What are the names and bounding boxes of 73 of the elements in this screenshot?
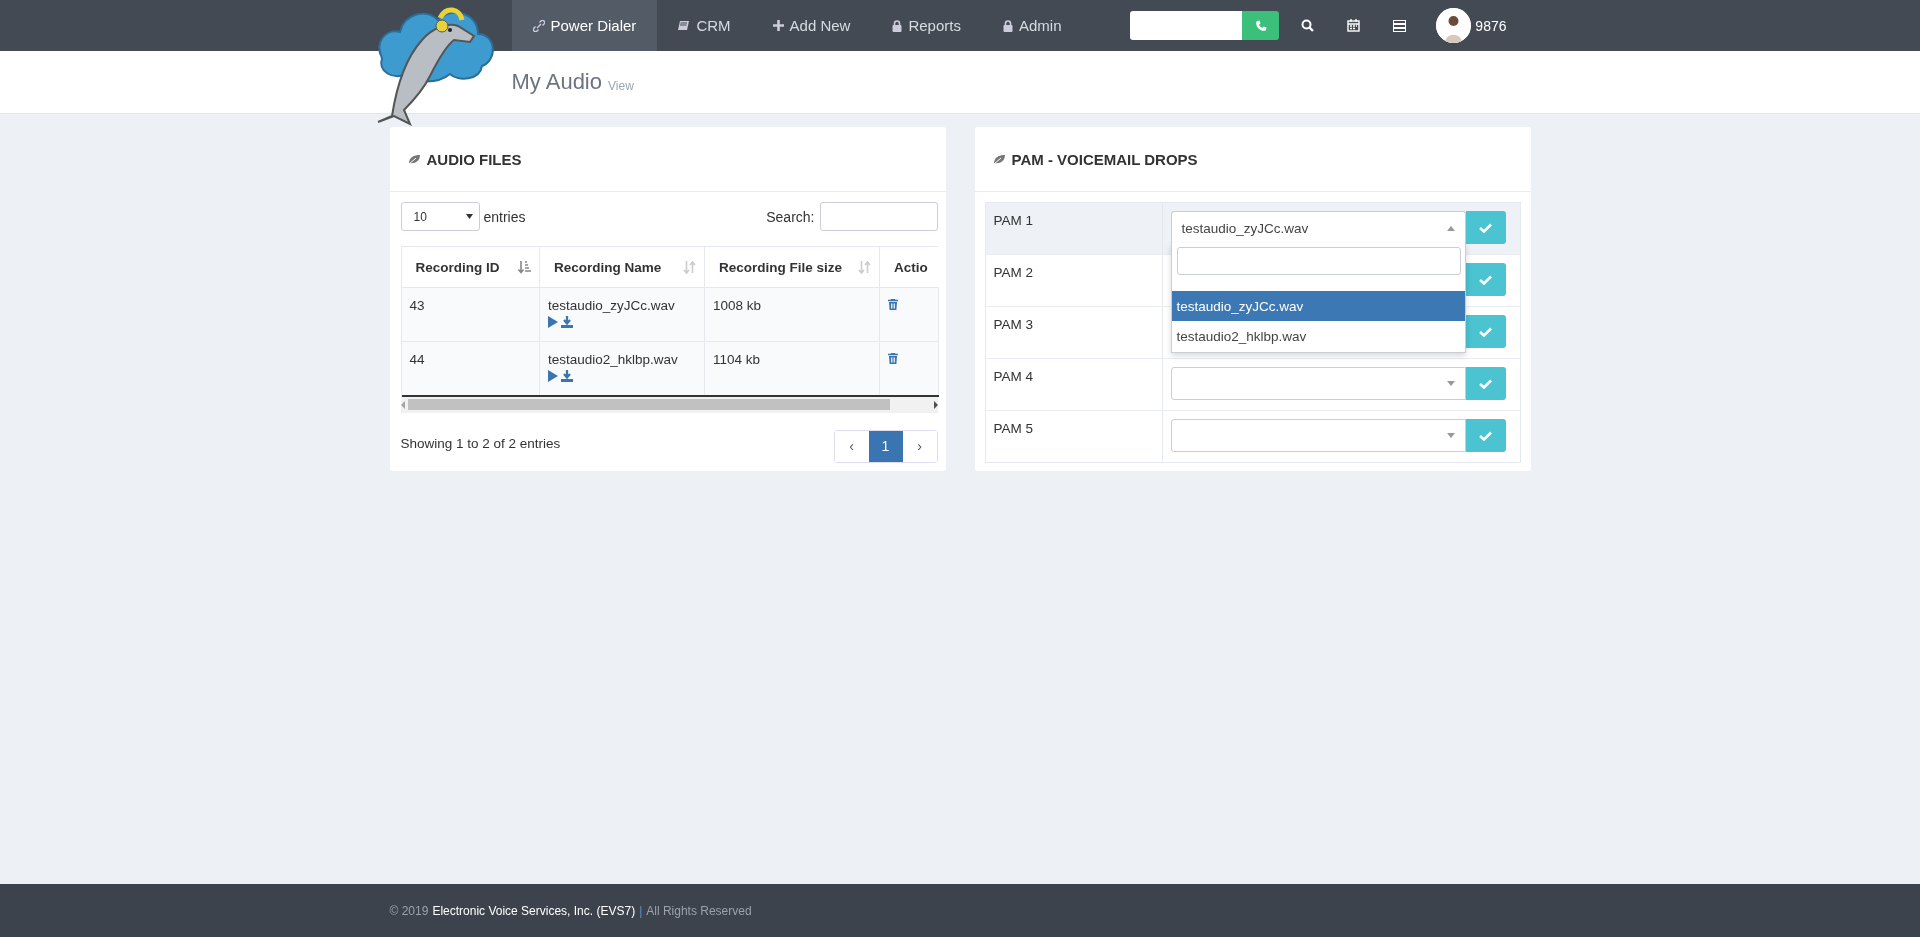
download-icon[interactable] bbox=[561, 370, 573, 382]
dropdown-option[interactable]: testaudio_zyJCc.wav bbox=[1171, 291, 1465, 321]
lock-icon bbox=[892, 19, 903, 32]
play-icon[interactable] bbox=[548, 370, 558, 382]
play-icon[interactable] bbox=[548, 316, 558, 328]
page-length-select[interactable]: 10 bbox=[400, 202, 480, 231]
phone-number-field[interactable] bbox=[1130, 11, 1243, 40]
dropdown-search-field[interactable] bbox=[1176, 247, 1461, 275]
download-icon[interactable] bbox=[561, 316, 573, 328]
trash-icon[interactable] bbox=[888, 299, 898, 310]
caret-icon bbox=[465, 214, 473, 219]
table-cell-text: testaudio2_hklbp.wav bbox=[548, 352, 679, 367]
audio-select[interactable]: testaudio_zyJCc.wav bbox=[1170, 211, 1466, 244]
table-info: Showing 1 to 2 of 2 entries bbox=[400, 435, 561, 451]
search-button[interactable] bbox=[1301, 19, 1315, 32]
nav-tab[interactable]: Reports bbox=[871, 0, 982, 51]
list-button[interactable] bbox=[1393, 19, 1407, 32]
column-header[interactable]: Recording File size bbox=[704, 246, 880, 288]
avatar[interactable] bbox=[1436, 8, 1472, 43]
nav-tab[interactable]: CRM bbox=[657, 0, 752, 51]
page-subtitle: View bbox=[608, 79, 634, 93]
column-header[interactable]: Recording ID bbox=[401, 246, 540, 288]
nav-tab[interactable]: Add New bbox=[751, 0, 872, 51]
row-label: PAM 1 bbox=[985, 203, 1163, 254]
check-icon bbox=[1479, 222, 1492, 233]
copyright-year: © 2019 bbox=[389, 903, 429, 918]
table-cell: 43 bbox=[401, 287, 540, 342]
page-title: My Audio bbox=[511, 69, 602, 95]
column-header[interactable]: Actio bbox=[879, 246, 938, 288]
check-icon bbox=[1479, 430, 1492, 441]
scroll-right-icon[interactable] bbox=[933, 400, 938, 409]
table-cell-text: testaudio_zyJCc.wav bbox=[548, 298, 676, 313]
caret-icon bbox=[1446, 225, 1455, 231]
caret-icon bbox=[1446, 381, 1455, 386]
search-field[interactable] bbox=[819, 202, 938, 231]
page-button[interactable]: 1 bbox=[868, 430, 903, 462]
separator: | bbox=[639, 903, 643, 918]
search-label: Search: bbox=[766, 208, 815, 225]
user-name: 9876 bbox=[1475, 17, 1507, 34]
phone-icon bbox=[1254, 19, 1267, 32]
check-icon bbox=[1479, 326, 1492, 337]
nav-tab[interactable]: Admin bbox=[981, 0, 1083, 51]
dropdown-option[interactable]: testaudio2_hklbp.wav bbox=[1171, 321, 1465, 351]
row-label: PAM 3 bbox=[985, 307, 1163, 358]
table-cell: 1104 kb bbox=[704, 341, 880, 396]
table-cell: 44 bbox=[401, 341, 540, 396]
calendar-icon bbox=[1347, 19, 1361, 32]
check-icon bbox=[1479, 274, 1492, 285]
row-label: PAM 2 bbox=[985, 255, 1163, 306]
entries-label: entries bbox=[483, 208, 526, 225]
trash-icon[interactable] bbox=[888, 353, 898, 364]
plus-icon bbox=[772, 20, 784, 31]
row-label: PAM 4 bbox=[985, 359, 1163, 410]
column-header[interactable]: Recording Name bbox=[539, 246, 705, 288]
scroll-left-icon[interactable] bbox=[400, 400, 405, 409]
lock-icon bbox=[1002, 19, 1013, 32]
list-icon bbox=[1393, 19, 1407, 32]
rights-text: All Rights Reserved bbox=[646, 903, 752, 918]
leaf-icon bbox=[992, 153, 1006, 165]
book-icon bbox=[678, 20, 691, 31]
company-name: Electronic Voice Services, Inc. (EVS7) bbox=[432, 903, 636, 918]
search-icon bbox=[1301, 19, 1315, 32]
caret-icon bbox=[1446, 433, 1455, 438]
call-button[interactable] bbox=[1242, 11, 1280, 40]
table-cell: 1008 kb bbox=[704, 287, 880, 342]
leaf-icon bbox=[407, 153, 421, 165]
panel-title: PAM - VOICEMAIL DROPS bbox=[1011, 150, 1198, 168]
check-icon bbox=[1479, 378, 1492, 389]
link-icon bbox=[532, 19, 545, 32]
nav-tab[interactable]: Power Dialer bbox=[511, 0, 658, 51]
calendar-button[interactable] bbox=[1347, 19, 1361, 32]
panel-title: AUDIO FILES bbox=[426, 150, 522, 168]
row-label: PAM 5 bbox=[985, 411, 1163, 462]
